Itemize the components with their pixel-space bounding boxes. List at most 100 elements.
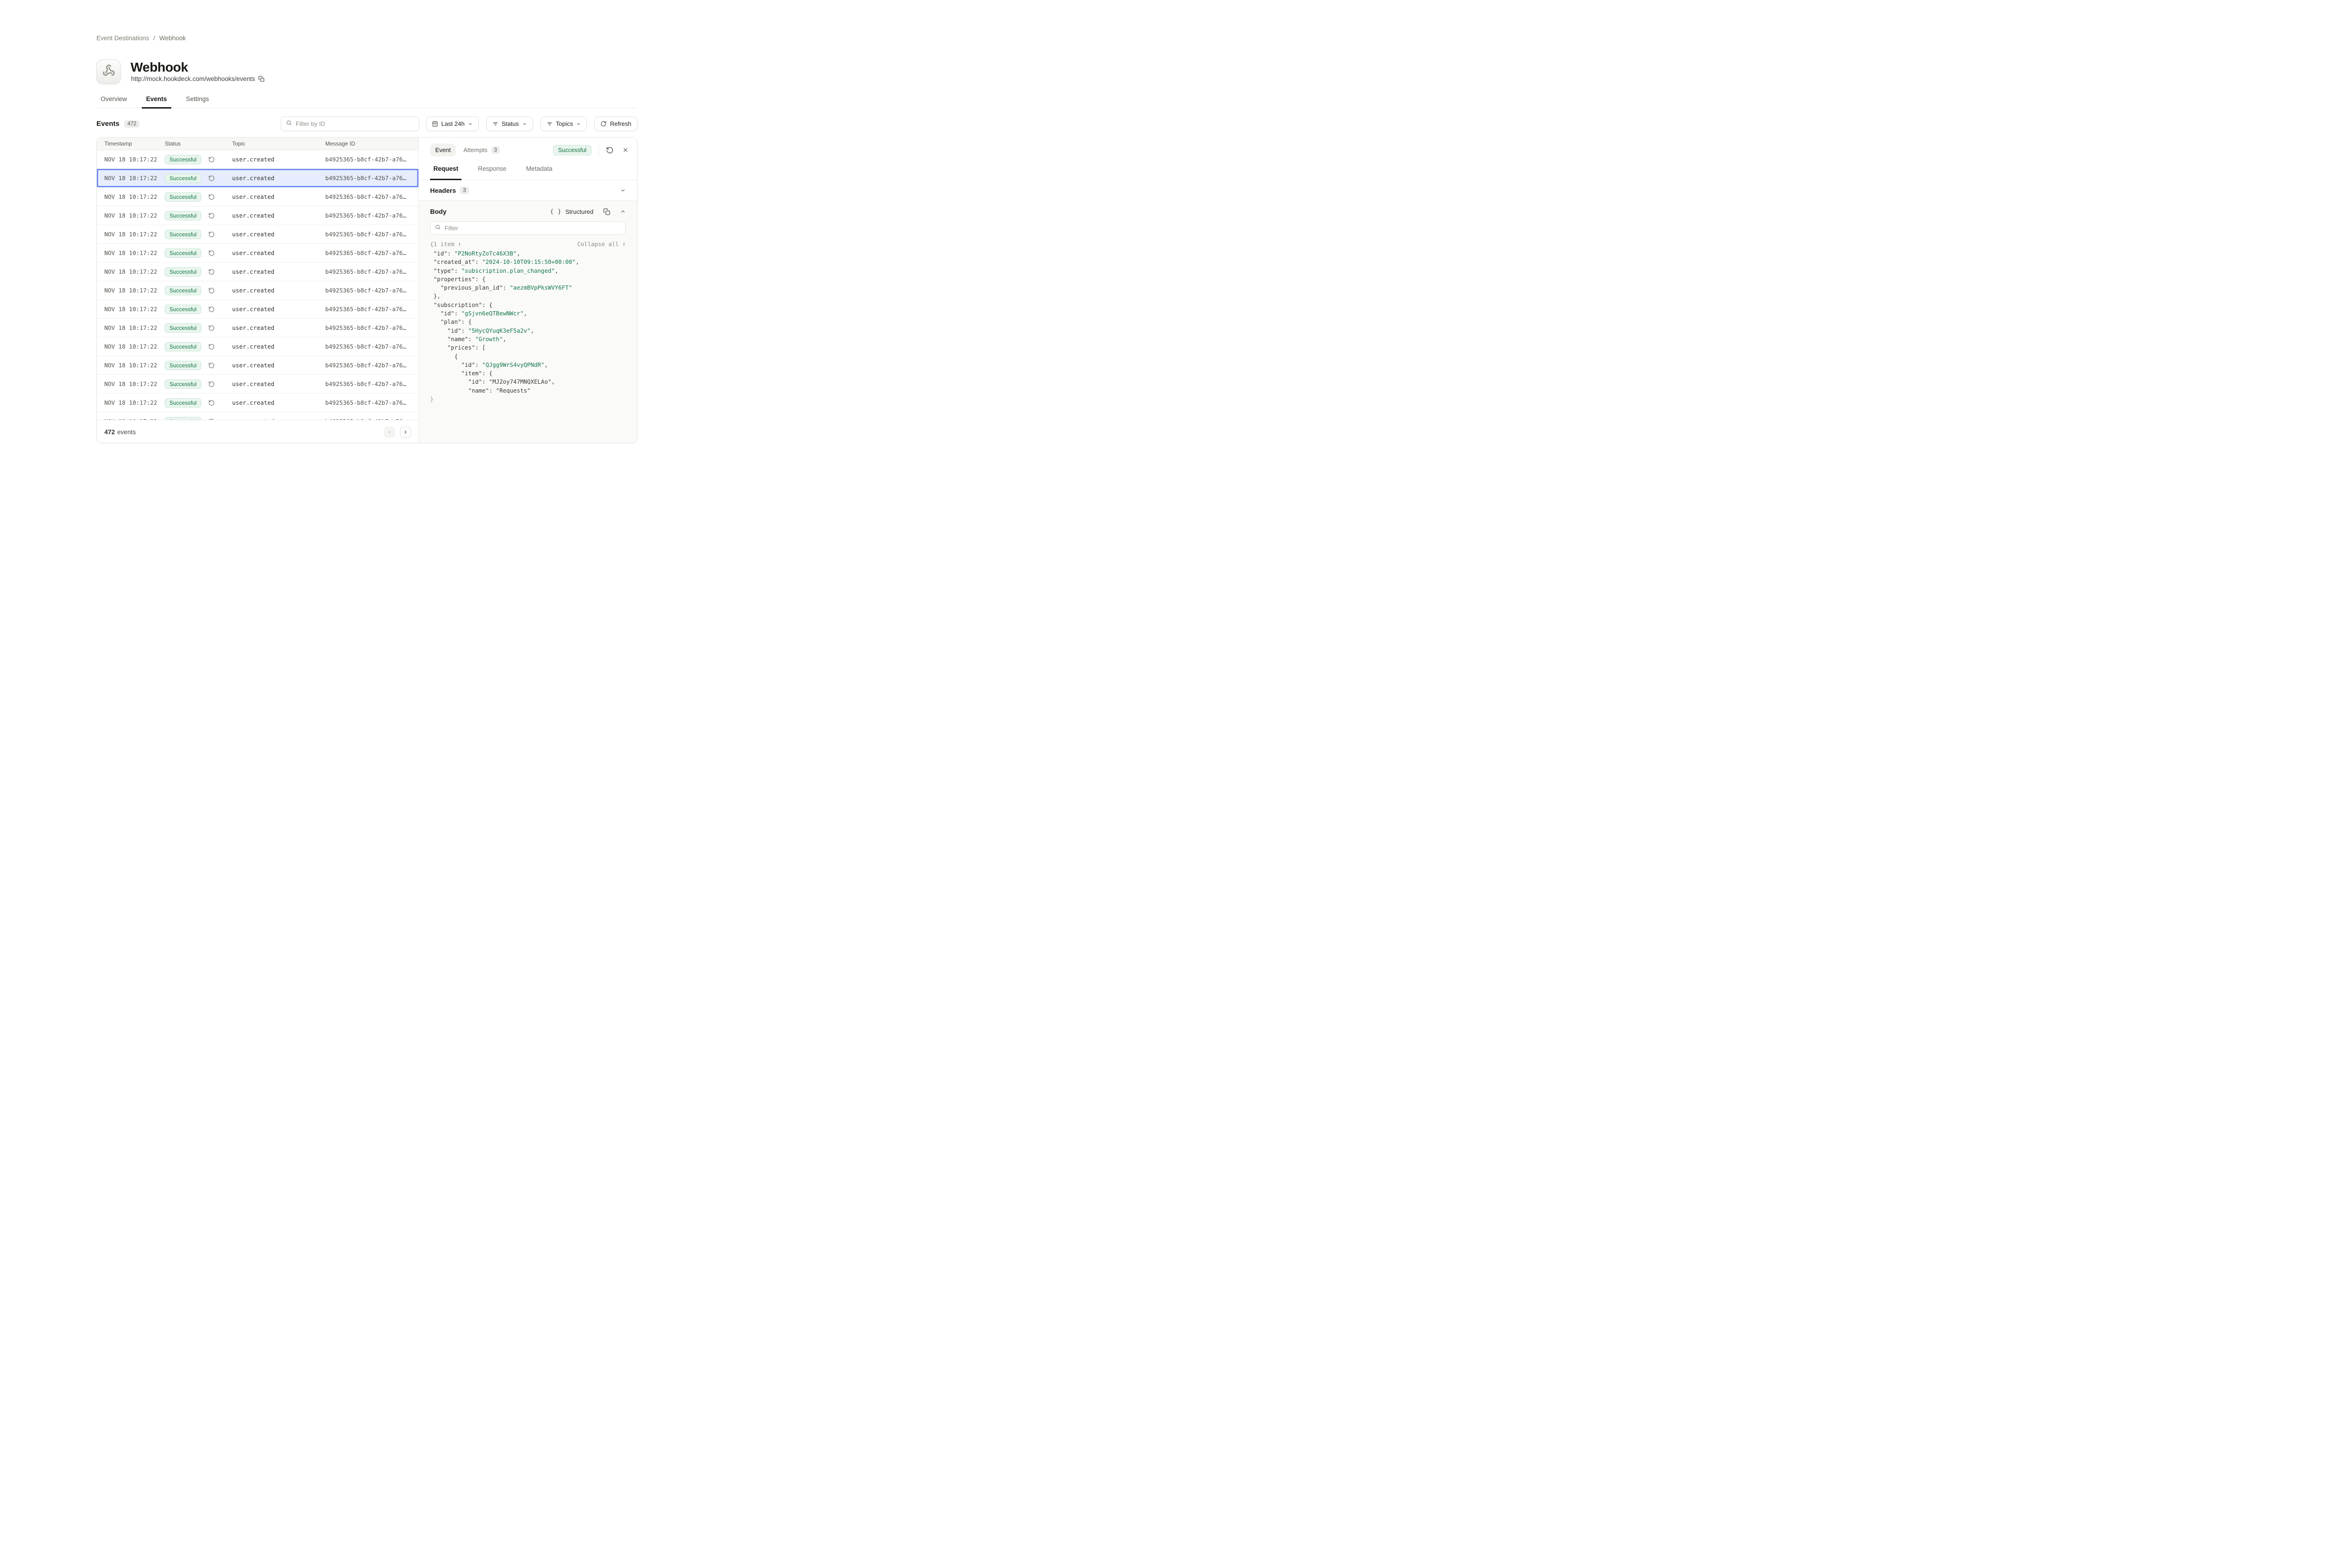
body-filter-search[interactable] [430, 221, 626, 235]
table-row[interactable]: NOV 18 10:17:22Successfuluser.createdb49… [97, 263, 418, 281]
row-topic: user.created [232, 287, 325, 294]
destination-url: http://mock.hookdeck.com/webhooks/events [131, 75, 255, 82]
table-row[interactable]: NOV 18 10:17:22Successfuluser.createdb49… [97, 206, 418, 225]
json-item-count[interactable]: {1 item ↑ [430, 241, 461, 248]
row-timestamp: NOV 18 10:17:22 [97, 324, 165, 331]
filter-lines-icon [547, 121, 553, 127]
column-header-topic: Topic [232, 140, 325, 147]
row-timestamp: NOV 18 10:17:22 [97, 399, 165, 406]
retry-icon[interactable] [208, 381, 215, 387]
copy-url-icon[interactable] [258, 76, 264, 82]
row-timestamp: NOV 18 10:17:22 [97, 249, 165, 256]
structured-view-toggle[interactable]: { } Structured [550, 208, 593, 215]
status-badge: Successful [165, 192, 201, 202]
retry-icon[interactable] [208, 325, 215, 331]
tab-settings[interactable]: Settings [182, 93, 213, 108]
json-body-viewer[interactable]: "id": "P2NoRtyZoTc46X3B", "created_at": … [430, 249, 626, 403]
breadcrumb-item-webhook[interactable]: Webhook [159, 35, 186, 42]
table-row[interactable]: NOV 18 10:17:22Successfuluser.createdb49… [97, 337, 418, 356]
sub-tab-response[interactable]: Response [475, 161, 510, 180]
table-row[interactable]: NOV 18 10:17:22Successfuluser.createdb49… [97, 150, 418, 169]
table-row[interactable]: NOV 18 10:17:22Successfuluser.createdb49… [97, 300, 418, 319]
breadcrumb-item-event-destinations[interactable]: Event Destinations [96, 35, 149, 42]
panel-tab-event[interactable]: Event [430, 144, 456, 156]
retry-icon[interactable] [208, 212, 215, 219]
row-timestamp: NOV 18 10:17:22 [97, 343, 165, 350]
retry-icon[interactable] [208, 400, 215, 406]
body-filter-input[interactable] [445, 225, 621, 232]
retry-icon[interactable] [208, 231, 215, 238]
table-row[interactable]: NOV 18 10:17:22Successfuluser.createdb49… [97, 244, 418, 263]
copy-body-icon[interactable] [603, 208, 610, 215]
json-line: "id": "QJgg9WrS4vyQPNdR", [430, 361, 626, 369]
row-topic: user.created [232, 362, 325, 369]
json-line: "id": "MJ2oy747MNQXELAo", [430, 378, 626, 386]
table-row[interactable]: NOV 18 10:17:22Successfuluser.createdb49… [97, 375, 418, 394]
status-badge: Successful [165, 230, 201, 239]
chevron-down-icon [576, 122, 581, 126]
retry-icon[interactable] [208, 156, 215, 163]
collapse-all-button[interactable]: Collapse all ↑ [577, 241, 626, 248]
retry-icon[interactable] [208, 306, 215, 313]
table-row[interactable]: NOV 18 10:17:22Successfuluser.createdb49… [97, 225, 418, 244]
webhook-destination-avatar [96, 59, 121, 84]
row-topic: user.created [232, 399, 325, 406]
time-range-filter-button[interactable]: Last 24h [426, 117, 479, 131]
table-row[interactable]: NOV 18 10:17:22Successfuluser.createdb49… [97, 169, 418, 188]
status-badge: Successful [165, 342, 201, 351]
table-row[interactable]: NOV 18 10:17:22Successfuluser.createdb49… [97, 394, 418, 412]
retry-event-icon[interactable] [606, 146, 614, 154]
status-badge: Successful [165, 379, 201, 389]
status-badge: Successful [165, 305, 201, 314]
table-row[interactable]: NOV 18 10:17:22Successfuluser.createdb49… [97, 319, 418, 337]
table-row[interactable]: NOV 18 10:17:22Successfuluser.createdb49… [97, 281, 418, 300]
row-timestamp: NOV 18 10:17:22 [97, 268, 165, 275]
column-header-message-id: Message ID [325, 140, 418, 147]
previous-page-button[interactable] [384, 427, 395, 438]
topics-filter-button[interactable]: Topics [541, 117, 587, 131]
chevron-down-icon[interactable] [620, 188, 626, 193]
time-range-label: Last 24h [441, 120, 465, 127]
close-panel-icon[interactable] [622, 147, 629, 153]
headers-section-toggle[interactable]: Headers 3 [419, 180, 637, 201]
status-badge: Successful [165, 267, 201, 277]
refresh-button[interactable]: Refresh [594, 117, 637, 131]
json-line: "name": "Growth", [430, 335, 626, 343]
json-line: "id": "P2NoRtyZoTc46X3B", [430, 249, 626, 258]
sub-tab-metadata[interactable]: Metadata [523, 161, 556, 180]
next-page-button[interactable] [400, 427, 411, 438]
table-row[interactable]: NOV 18 10:17:22Successfuluser.createdb49… [97, 356, 418, 375]
tab-overview[interactable]: Overview [96, 93, 131, 108]
panel-tab-attempts[interactable]: Attempts 3 [463, 146, 500, 154]
sub-tab-request[interactable]: Request [430, 161, 461, 180]
tab-events[interactable]: Events [142, 93, 171, 108]
row-topic: user.created [232, 212, 325, 219]
table-row[interactable]: NOV 18 10:17:22Successfuluser.createdb49… [97, 188, 418, 206]
events-count-badge: 472 [124, 120, 139, 128]
retry-icon[interactable] [208, 194, 215, 200]
table-header-row: Timestamp Status Topic Message ID [97, 138, 418, 150]
table-row[interactable]: NOV 18 10:17:22Successfuluser.createdb49… [97, 412, 418, 420]
breadcrumb: Event Destinations / Webhook [96, 35, 186, 42]
retry-icon[interactable] [208, 287, 215, 294]
retry-icon[interactable] [208, 343, 215, 350]
body-section-label: Body [430, 208, 446, 215]
json-line: } [430, 395, 626, 403]
retry-icon[interactable] [208, 175, 215, 182]
status-badge: Successful [165, 174, 201, 183]
filter-by-id-search[interactable] [281, 117, 419, 131]
footer-event-count-label: events [117, 429, 136, 436]
retry-icon[interactable] [208, 250, 215, 256]
headers-section-label: Headers [430, 187, 456, 194]
json-line: { [430, 352, 626, 361]
filter-by-id-input[interactable] [296, 120, 414, 127]
row-message-id: b4925365-b8cf-42b7-a76… [325, 156, 418, 163]
attempts-count-badge: 3 [491, 146, 500, 154]
status-filter-button[interactable]: Status [486, 117, 533, 131]
status-filter-label: Status [502, 120, 519, 127]
retry-icon[interactable] [208, 269, 215, 275]
json-line: "name": "Requests" [430, 387, 626, 395]
retry-icon[interactable] [208, 362, 215, 369]
collapse-body-chevron-up-icon[interactable] [620, 209, 626, 214]
event-detail-panel: Event Attempts 3 Successful Request [418, 138, 637, 443]
